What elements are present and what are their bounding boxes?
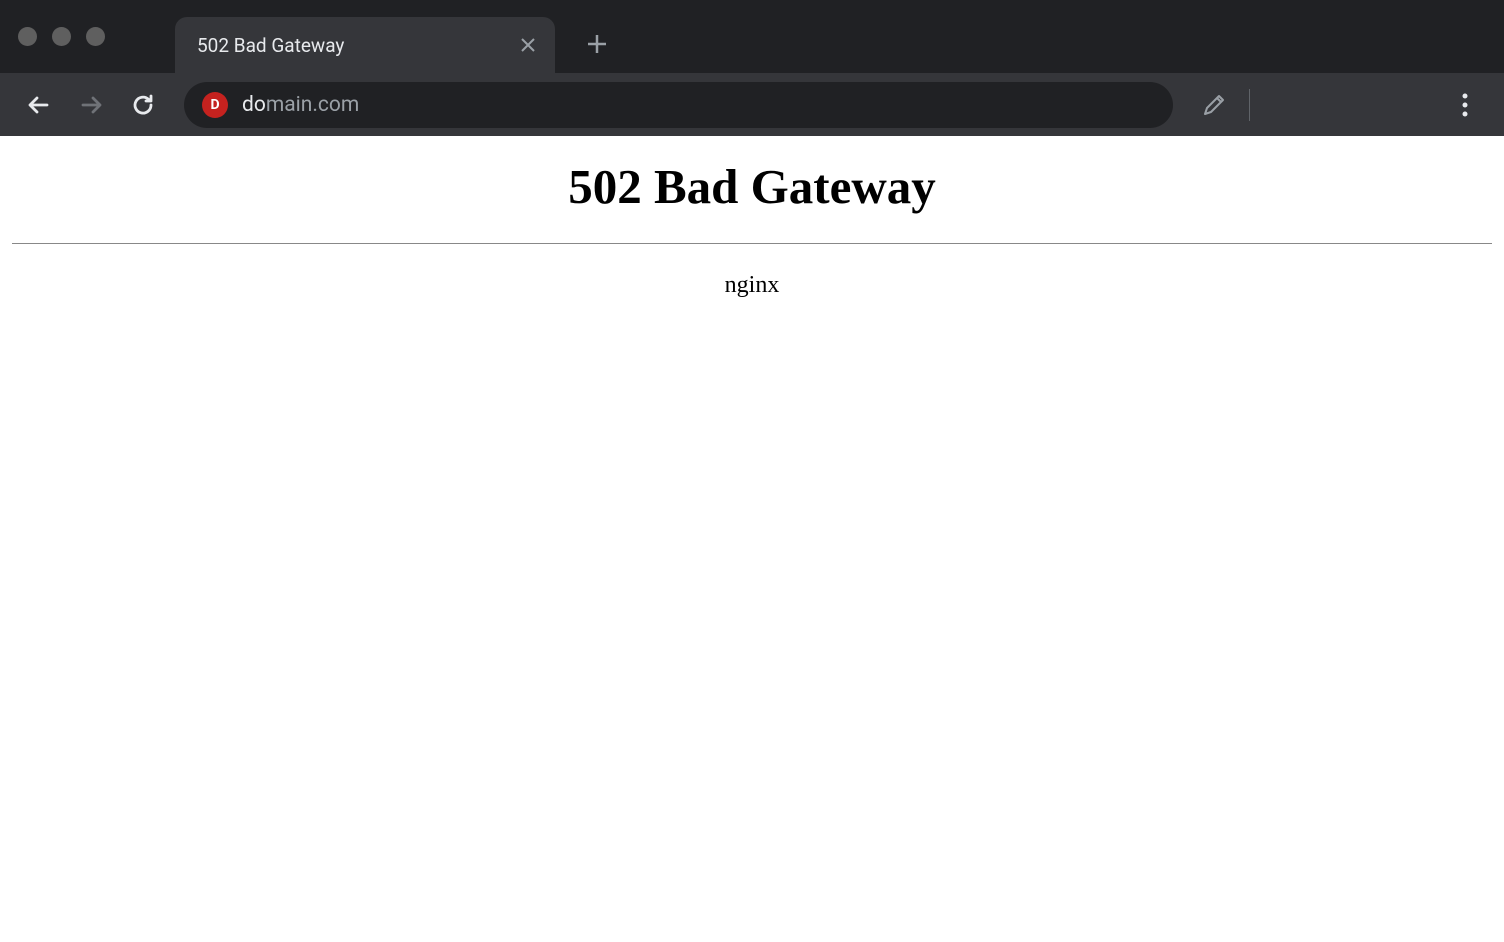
toolbar-right-controls	[1193, 84, 1486, 126]
reload-button[interactable]	[122, 84, 164, 126]
arrow-left-icon	[25, 91, 53, 119]
window-minimize-button[interactable]	[52, 27, 71, 46]
error-heading: 502 Bad Gateway	[12, 158, 1492, 215]
site-favicon-icon: D	[202, 92, 228, 118]
server-name: nginx	[12, 272, 1492, 299]
new-tab-button[interactable]	[573, 20, 621, 68]
tab-close-button[interactable]	[515, 32, 541, 58]
tab-title: 502 Bad Gateway	[197, 34, 505, 57]
browser-menu-button[interactable]	[1444, 84, 1486, 126]
url-text: domain.com	[242, 93, 359, 117]
divider	[12, 243, 1492, 244]
forward-button[interactable]	[70, 84, 112, 126]
pencil-icon	[1202, 93, 1226, 117]
window-controls	[18, 27, 105, 46]
browser-tab[interactable]: 502 Bad Gateway	[175, 17, 555, 73]
browser-chrome: 502 Bad Gateway D domain.com	[0, 0, 1504, 136]
reload-icon	[129, 91, 157, 119]
tab-bar: 502 Bad Gateway	[0, 0, 1504, 73]
arrow-right-icon	[77, 91, 105, 119]
more-vertical-icon	[1462, 93, 1468, 117]
window-close-button[interactable]	[18, 27, 37, 46]
address-bar[interactable]: D domain.com	[184, 82, 1173, 128]
plus-icon	[586, 33, 608, 55]
toolbar: D domain.com	[0, 73, 1504, 136]
edit-button[interactable]	[1193, 84, 1235, 126]
back-button[interactable]	[18, 84, 60, 126]
window-maximize-button[interactable]	[86, 27, 105, 46]
page-content: 502 Bad Gateway nginx	[0, 136, 1504, 942]
close-icon	[520, 37, 536, 53]
toolbar-separator	[1249, 89, 1250, 121]
